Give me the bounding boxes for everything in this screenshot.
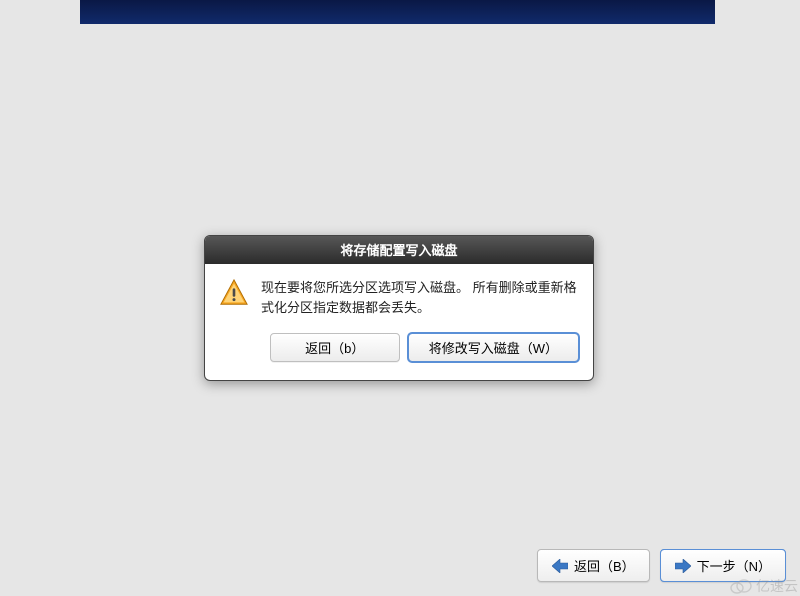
wizard-back-button[interactable]: 返回（B） (537, 549, 650, 582)
dialog-message: 现在要将您所选分区选项写入磁盘。 所有删除或重新格式化分区指定数据都会丢失。 (261, 278, 579, 317)
arrow-right-icon (675, 559, 691, 573)
dialog-write-button[interactable]: 将修改写入磁盘（W） (408, 333, 579, 362)
wizard-next-button[interactable]: 下一步（N） (660, 549, 786, 582)
wizard-next-label: 下一步（N） (697, 556, 771, 575)
dialog-actions: 返回（b） 将修改写入磁盘（W） (205, 323, 593, 380)
wizard-back-label: 返回（B） (574, 556, 635, 575)
dialog-back-button[interactable]: 返回（b） (270, 333, 400, 362)
wizard-footer: 返回（B） 下一步（N） (537, 549, 786, 582)
arrow-left-icon (552, 559, 568, 573)
dialog-title: 将存储配置写入磁盘 (205, 236, 593, 264)
write-to-disk-dialog: 将存储配置写入磁盘 现在要将您所选分区选项写入磁盘。 所有删除或重新格式化分区指… (204, 235, 594, 381)
installer-header-band (80, 0, 715, 24)
warning-icon (219, 278, 249, 317)
dialog-body: 现在要将您所选分区选项写入磁盘。 所有删除或重新格式化分区指定数据都会丢失。 (205, 264, 593, 323)
